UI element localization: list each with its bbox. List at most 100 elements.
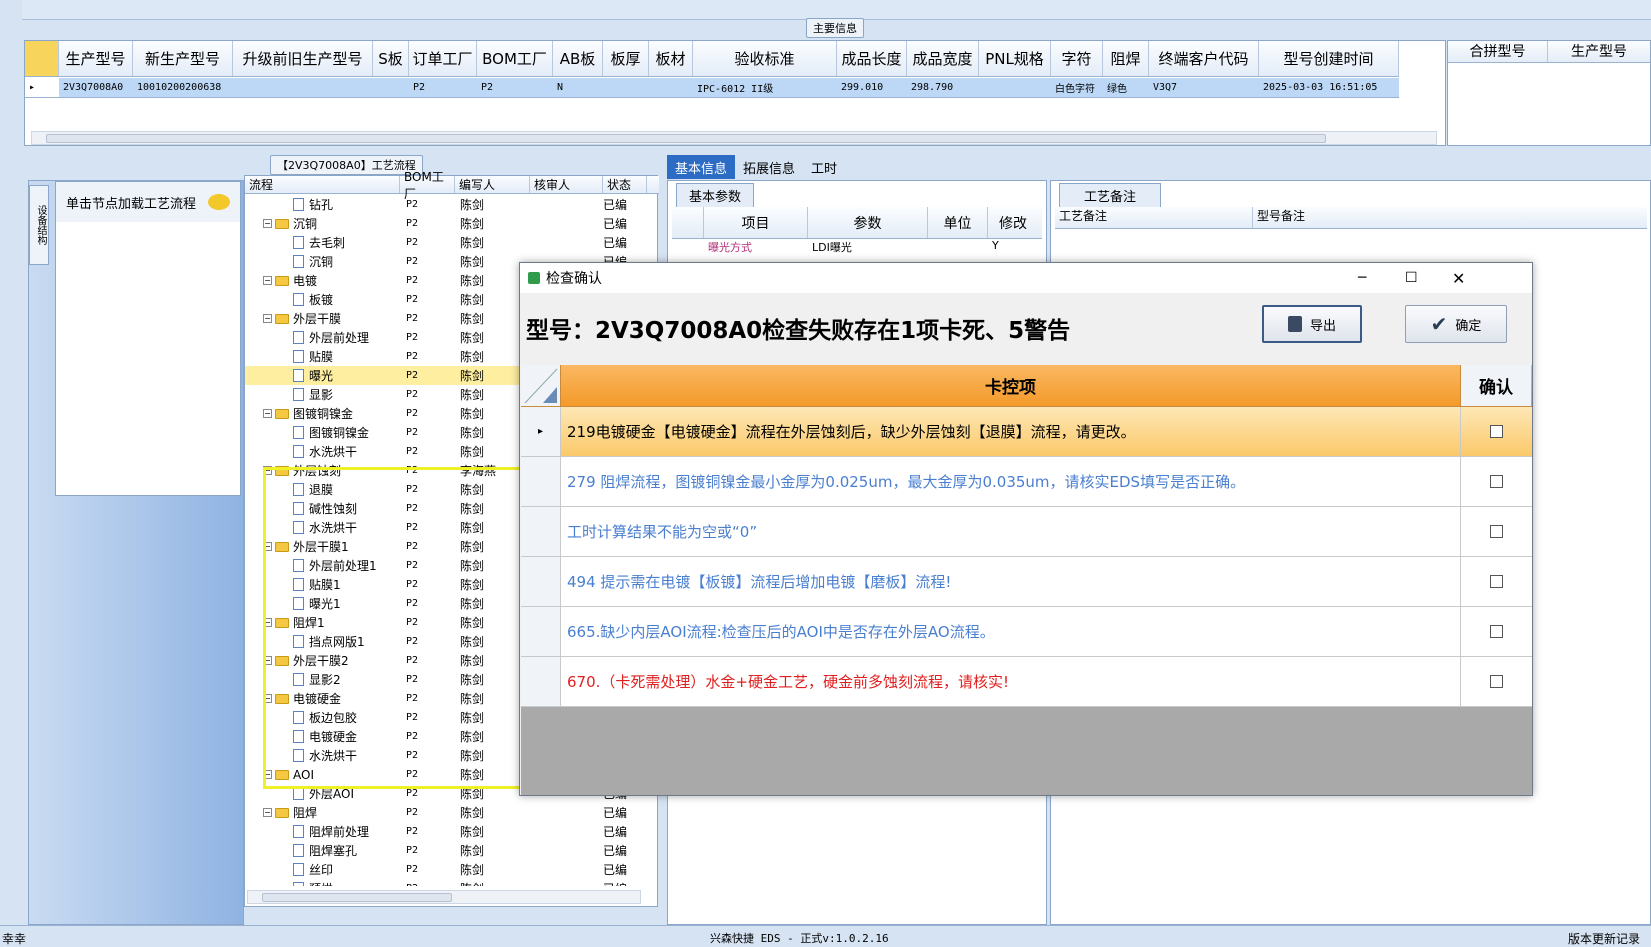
tab-basic-params[interactable]: 基本参数 [676,183,755,208]
production-model-header: 生产型号 [1571,44,1627,60]
column-header[interactable]: PNL规格 [979,41,1051,76]
tree-node-label: 外层前处理 [309,331,370,345]
column-header[interactable]: 字符 [1051,41,1103,76]
close-icon[interactable]: ✕ [1452,269,1465,288]
confirm-checkbox[interactable] [1489,675,1503,688]
version-history-link[interactable]: 版本更新记录 [1568,930,1640,947]
column-header[interactable]: 成品长度 [837,41,907,76]
tree-row[interactable]: 预烘 P2陈剑 已编 [245,879,647,886]
tree-cell: P2 [406,332,419,343]
folder-icon [275,408,289,419]
load-process-button[interactable]: 单击节点加载工艺流程 [56,182,240,222]
tab-process-notes[interactable]: 工艺备注 [1059,183,1162,208]
check-confirm-dialog: 检查确认 ─ ☐ ✕ 型号：2V3Q7008A0检查失败存在1项卡死、5警告 导… [519,262,1533,796]
minimize-icon[interactable]: ─ [1358,270,1366,286]
tree-node-label: 水洗烘干 [309,445,358,459]
tree-row[interactable]: 阻焊塞孔 P2 陈剑 已编 [245,841,647,860]
collapse-icon[interactable]: − [263,409,272,418]
scroll-thumb[interactable] [262,893,452,902]
tree-cell: P2 [406,427,419,438]
tree-row[interactable]: 去毛刺 P2 陈剑 已编 [245,233,647,252]
collapse-icon[interactable]: − [263,276,272,285]
check-item-row[interactable]: 670.（卡死需处理）水金+硬金工艺，硬金前多蚀刻流程，请核实! [521,657,1532,707]
column-header[interactable]: 验收标准 [693,41,837,76]
tab-basic-info[interactable]: 基本信息 [667,155,736,179]
column-header[interactable]: 订单工厂 [409,41,477,76]
tab-extended-info[interactable]: 拓展信息 [735,155,803,179]
tree-node-label: 板镀 [309,293,334,307]
main-grid-header: 生产型号 新生产型号 升级前旧生产型号 S板 订单工厂 BOM工厂 AB板 板厚 板材 验收标准成… [25,41,1399,77]
collapse-icon[interactable]: − [263,219,272,228]
document-icon [293,825,304,838]
column-header[interactable]: BOM工厂 [477,41,553,76]
ok-button[interactable]: ✔ 确定 [1405,305,1507,343]
column-header[interactable]: 型号创建时间 [1259,41,1399,76]
collapse-icon[interactable]: − [263,808,272,817]
tree-cell: P2 [400,883,455,886]
check-item-row[interactable]: 494 提示需在电镀【板镀】流程后增加电镀【磨板】流程! [521,557,1532,607]
status-version: 兴森快捷 EDS - 正式v:1.0.2.16 [710,932,889,945]
grid-cell: N [557,82,564,93]
grid-cell: 白色字符 [1055,84,1095,95]
tree-cell: 陈剑 [460,844,485,858]
column-header[interactable]: 生产型号 [59,41,133,76]
tab-work-hours[interactable]: 工时 [803,155,845,179]
check-item-row[interactable]: 工时计算结果不能为空或“0” [521,507,1532,557]
tree-hscroll[interactable] [247,890,641,904]
confirm-checkbox[interactable] [1489,625,1503,638]
confirm-checkbox[interactable] [1489,575,1503,588]
vertical-tab[interactable]: 设备结构 [29,185,49,265]
tree-node-label: 阻焊前处理 [309,825,370,839]
collapse-icon[interactable]: − [263,314,272,323]
check-item-row[interactable]: 279 阻焊流程，图镀铜镍金最小金厚为0.025um，最大金厚为0.035um，… [521,457,1532,507]
folder-icon [275,275,289,286]
col-model-notes: 型号备注 [1257,209,1306,223]
check-item-row[interactable]: ▸ 219电镀硬金【电镀硬金】流程在外层蚀刻后，缺少外层蚀刻【退膜】流程，请更改。 [521,407,1532,457]
main-panel-title: 主要信息 [806,18,864,38]
main-grid-hscroll[interactable] [31,131,1437,145]
check-grid-header: 卡控项 确认 [521,365,1532,407]
column-header[interactable]: 升级前旧生产型号 [233,41,373,76]
tree-cell: P2 [406,826,419,837]
confirm-checkbox[interactable] [1489,525,1503,538]
col-param: 参数 [808,207,928,238]
tree-row[interactable]: − 沉铜 P2 陈剑 已编 [245,214,647,233]
column-header[interactable]: 板厚 [603,41,649,76]
tree-row[interactable]: 阻焊前处理 P2 陈剑 已编 [245,822,647,841]
column-header[interactable]: 阻焊 [1103,41,1149,76]
column-header[interactable]: S板 [373,41,409,76]
export-button[interactable]: 导出 [1262,305,1362,343]
confirm-cell [1461,457,1531,506]
maximize-icon[interactable]: ☐ [1405,270,1418,286]
confirm-cell [1461,657,1531,706]
tree-cell: 已编 [603,198,628,212]
confirm-checkbox[interactable] [1489,425,1503,438]
tree-cell: 已编 [603,217,628,231]
param-unit [928,239,988,257]
param-name: 曝光方式 [708,241,752,254]
tree-node-label: 电镀 [293,274,318,288]
column-header[interactable]: 成品宽度 [907,41,979,76]
grid-cell: P2 [481,82,494,93]
column-header[interactable]: 终端客户代码 [1149,41,1259,76]
check-item-text: 工时计算结果不能为空或“0” [561,507,1461,556]
tree-cell: P2 [406,807,419,818]
row-indicator [521,657,561,706]
tree-cell: P2 [406,237,419,248]
tree-row[interactable]: 钻孔 P2 陈剑 已编 [245,195,647,214]
tree-node-label: 阻焊 [293,806,318,820]
grid-cell: 10010200200638 [137,82,222,93]
grid-cell: V3Q7 [1153,82,1178,93]
check-item-row[interactable]: 665.缺少内层AOI流程:检查压后的AOI中是否存在外层AO流程。 [521,607,1532,657]
book-icon [1287,316,1302,332]
tree-row[interactable]: − 阻焊 P2 陈剑 已编 [245,803,647,822]
tree-row[interactable]: 丝印 P2 陈剑 已编 [245,860,647,879]
confirm-checkbox[interactable] [1489,475,1503,488]
column-header[interactable]: 新生产型号 [133,41,233,76]
column-header[interactable]: AB板 [553,41,603,76]
load-process-label: 单击节点加载工艺流程 [66,196,197,212]
table-row[interactable]: ▸ 2V3Q7008A0 10010200200638 P2 P2 N IPC-6012 I… [25,78,1399,98]
column-header[interactable]: 板材 [649,41,693,76]
tree-cell: P2 [406,446,419,457]
scroll-thumb[interactable] [46,134,1326,143]
